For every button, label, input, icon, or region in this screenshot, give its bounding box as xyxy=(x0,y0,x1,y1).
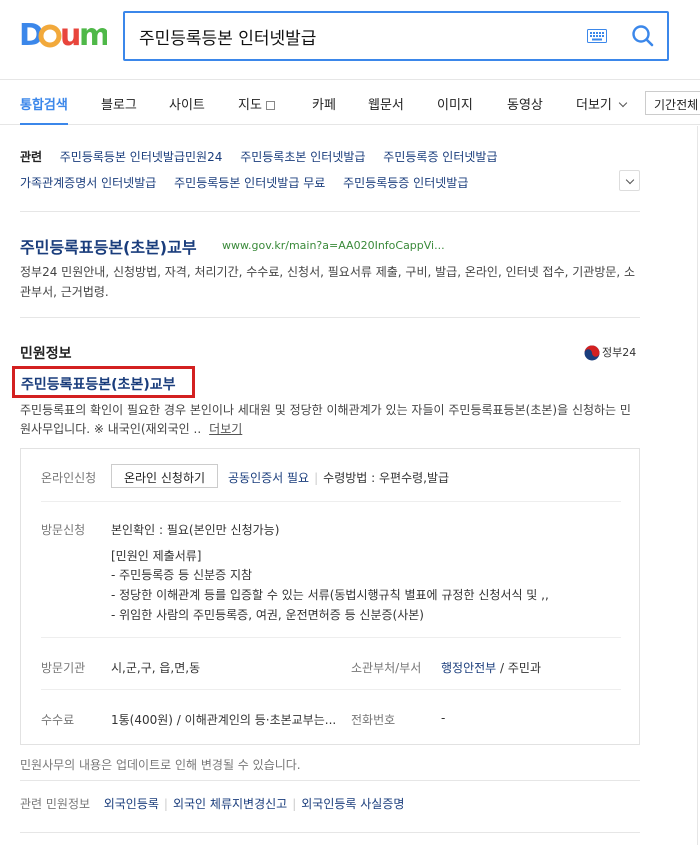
related-item[interactable]: 가족관계증명서 인터넷발급 xyxy=(20,176,156,190)
divider xyxy=(41,501,621,502)
visit-line: - 정당한 이해관계 등를 입증할 수 있는 서류(동법시행규칙 별표에 규정한… xyxy=(111,588,549,602)
separator: | xyxy=(163,797,168,811)
period-filter-select[interactable]: 기간전체 xyxy=(645,91,700,115)
phone-value: - xyxy=(441,711,446,725)
related-item[interactable]: 주민등록등본 인터넷발급민원24 xyxy=(60,150,223,164)
chevron-down-icon xyxy=(618,98,628,108)
related-item[interactable]: 주민등록등증 인터넷발급 xyxy=(343,176,468,190)
search-tabs: 통합검색 블로그 사이트 지도 카페 웹문서 이미지 동영상 더보기 xyxy=(0,80,700,125)
minwon-heading: 민원정보 xyxy=(20,346,72,362)
right-column-border xyxy=(697,126,698,845)
tab-more-label: 더보기 xyxy=(576,98,612,113)
dept-link[interactable]: 행정안전부 xyxy=(441,661,496,675)
separator: | xyxy=(314,471,319,485)
visit-line: - 주민등록증 등 신분증 지참 xyxy=(111,568,253,582)
related-minwon: 관련 민원정보 외국인등록 | 외국인 체류지변경신고 | 외국인등록 사실증명 xyxy=(20,795,404,812)
minwon-description: 주민등록표의 확인이 필요한 경우 본인이나 세대원 및 정당한 이해관계가 있… xyxy=(20,401,640,439)
tab-more[interactable]: 더보기 xyxy=(576,94,628,113)
divider xyxy=(41,637,621,638)
online-apply-button[interactable]: 온라인 신청하기 xyxy=(111,464,218,488)
related-row-2: 가족관계증명서 인터넷발급 주민등록등본 인터넷발급 무료 주민등록등증 인터넷… xyxy=(20,174,482,191)
gov24-label: 정부24 xyxy=(602,346,637,359)
map-checkbox-icon[interactable] xyxy=(265,101,275,110)
related-item[interactable]: 주민등록증 인터넷발급 xyxy=(383,150,497,164)
agency-value: 시,군,구, 읍,면,동 xyxy=(111,661,201,675)
header: D u m xyxy=(0,0,700,80)
online-apply-label: 온라인신청 xyxy=(41,471,97,485)
minwon-title-link[interactable]: 주민등록표등본(초본)교부 xyxy=(21,374,175,394)
visit-line: [민원인 제출서류] xyxy=(111,549,202,563)
tab-blog[interactable]: 블로그 xyxy=(101,94,137,113)
tab-webdoc[interactable]: 웹문서 xyxy=(368,94,404,113)
minwon-info-box: 온라인신청 온라인 신청하기 공동인증서 필요 | 수령방법 : 우편수령,발급 방… xyxy=(20,448,640,745)
tab-map[interactable]: 지도 xyxy=(238,94,275,113)
tab-map-label: 지도 xyxy=(238,98,262,113)
related-item[interactable]: 주민등록초본 인터넷발급 xyxy=(240,150,365,164)
active-tab-indicator xyxy=(20,123,68,125)
online-meta: 공동인증서 필요 | 수령방법 : 우편수령,발급 xyxy=(228,469,449,486)
related-minwon-link[interactable]: 외국인등록 xyxy=(104,797,159,811)
tab-cafe[interactable]: 카페 xyxy=(312,94,336,113)
divider xyxy=(20,832,640,833)
phone-label: 전화번호 xyxy=(351,713,396,727)
result-title-link[interactable]: 주민등록표등본(초본)교부 xyxy=(20,234,197,258)
related-minwon-label: 관련 민원정보 xyxy=(20,797,91,811)
fee-value: 1통(400원) / 이해관계인의 등·초본교부는... xyxy=(111,713,337,727)
gov24-badge: 정부24 xyxy=(584,344,636,361)
tab-integrated[interactable]: 통합검색 xyxy=(20,94,68,113)
result-url-link[interactable]: www.gov.kr/main?a=AA020InfoCappVi... xyxy=(222,239,445,252)
chevron-down-icon xyxy=(625,175,635,185)
dept-sub: / 주민과 xyxy=(496,661,541,675)
dept-value: 행정안전부 / 주민과 xyxy=(441,659,541,676)
related-label: 관련 xyxy=(20,150,43,164)
tab-image[interactable]: 이미지 xyxy=(437,94,473,113)
more-link[interactable]: 더보기 xyxy=(209,422,242,436)
divider xyxy=(20,780,640,781)
search-box xyxy=(123,11,669,61)
daum-logo[interactable]: D u m xyxy=(19,18,107,50)
agency-label: 방문기관 xyxy=(41,661,86,675)
search-input[interactable] xyxy=(139,23,559,49)
separator: | xyxy=(292,797,297,811)
receive-method-text: 수령방법 : 우편수령,발급 xyxy=(323,471,450,485)
divider xyxy=(20,211,640,212)
search-icon[interactable] xyxy=(630,23,656,49)
svg-text:m: m xyxy=(79,18,107,50)
related-expand-button[interactable] xyxy=(619,170,640,191)
related-minwon-link[interactable]: 외국인 체류지변경신고 xyxy=(173,797,287,811)
related-minwon-link[interactable]: 외국인등록 사실증명 xyxy=(301,797,404,811)
visit-apply-label: 방문신청 xyxy=(41,523,86,537)
dept-label: 소관부처/부서 xyxy=(351,661,422,675)
fee-label: 수수료 xyxy=(41,713,75,727)
tab-video[interactable]: 동영상 xyxy=(507,94,543,113)
tab-site[interactable]: 사이트 xyxy=(169,94,205,113)
related-row-1: 관련 주민등록등본 인터넷발급민원24 주민등록초본 인터넷발급 주민등록증 인… xyxy=(20,148,512,165)
minwon-description-text: 주민등록표의 확인이 필요한 경우 본인이나 세대원 및 정당한 이해관계가 있… xyxy=(20,403,631,436)
update-note: 민원사무의 내용은 업데이트로 인해 변경될 수 있습니다. xyxy=(20,758,301,772)
visit-line: - 위임한 사람의 주민등록증, 여권, 운전면허증 등 신분증(사본) xyxy=(111,608,424,622)
result-description: 정부24 민원안내, 신청방법, 자격, 처리기간, 수수료, 신청서, 필요서… xyxy=(20,265,636,299)
divider xyxy=(41,689,621,690)
cert-required-text: 공동인증서 필요 xyxy=(228,471,310,485)
visit-line: 본인확인 : 필요(본인만 신청가능) xyxy=(111,523,280,537)
taegeuk-icon xyxy=(584,345,600,361)
related-item[interactable]: 주민등록등본 인터넷발급 무료 xyxy=(174,176,325,190)
divider xyxy=(20,317,640,318)
keyboard-icon[interactable] xyxy=(587,29,607,43)
